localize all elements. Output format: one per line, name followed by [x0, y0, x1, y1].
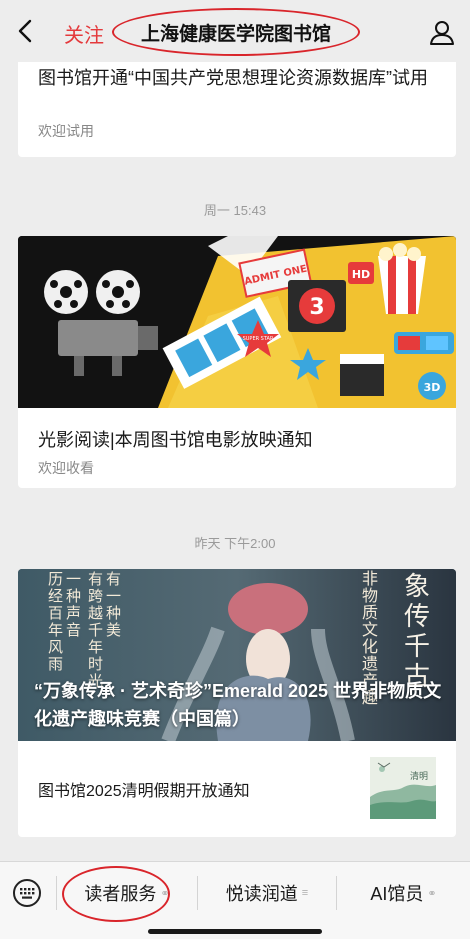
follow-button[interactable]: 关注	[64, 19, 104, 48]
sub-article-row[interactable]: 图书馆2025清明假期开放通知 清明	[18, 741, 456, 837]
article-group-card[interactable]: 有跨越千年时光 有一种美 历经百年风雨 一种声音 非物质文化遗产趣 象传千古 “…	[18, 569, 456, 837]
cover-column-text: 一种声音	[66, 571, 82, 639]
menu-ai-librarian[interactable]: AI馆员 ⚭	[337, 862, 470, 924]
hd-tag: HD	[352, 268, 370, 281]
reader-services-highlight	[62, 866, 170, 922]
cover-image: ADMIT ONE 3 SUPER STAR HD 3D	[18, 236, 456, 408]
article-title: 图书馆开通“中国共产党思想理论资源数据库”试用	[38, 68, 428, 88]
menu-reading[interactable]: 悦读润道 ≡	[198, 862, 336, 924]
account-title-highlight: 上海健康医学院图书馆	[112, 8, 360, 56]
countdown-number: 3	[309, 295, 324, 320]
menu-label: 悦读润道	[225, 884, 298, 904]
article-subtitle: 欢迎收看	[38, 460, 94, 476]
menu-label: AI馆员	[370, 884, 424, 904]
sub-article-thumbnail: 清明	[370, 757, 436, 819]
keyboard-icon[interactable]	[12, 878, 42, 908]
link-icon: ⚭	[427, 887, 437, 900]
thumb-label: 清明	[410, 770, 428, 782]
message-timestamp: 昨天 下午2:00	[194, 536, 276, 551]
article-card[interactable]: ADMIT ONE 3 SUPER STAR HD 3D 光影阅读|本周图书馆电…	[18, 236, 456, 488]
message-timestamp: 周一 15:43	[203, 203, 267, 218]
profile-icon[interactable]	[428, 18, 456, 46]
bottom-menu-bar: 读者服务 ⚭ 悦读润道 ≡ AI馆员 ⚭	[0, 861, 470, 939]
cover-column-text: 有跨越千年时光	[88, 571, 104, 690]
home-indicator	[148, 929, 322, 934]
back-icon[interactable]	[12, 17, 40, 45]
top-bar: 关注 上海健康医学院图书馆	[0, 0, 470, 62]
list-icon: ≡	[301, 887, 309, 899]
star-text: SUPER STAR	[243, 336, 274, 342]
article-subtitle: 欢迎试用	[38, 123, 94, 139]
cover-calligraphy: 象传千古	[404, 571, 431, 691]
article-card[interactable]: 图书馆开通“中国共产党思想理论资源数据库”试用 欢迎试用	[18, 50, 456, 157]
sub-article-title: 图书馆2025清明假期开放通知	[38, 783, 250, 800]
cover-column-text: 有一种美	[106, 571, 122, 639]
cover-title: “万象传承 · 艺术奇珍”Emerald 2025 世界非物质文化遗产趣味竞赛（…	[34, 681, 442, 729]
three-d-tag: 3D	[424, 381, 441, 394]
account-title[interactable]: 上海健康医学院图书馆	[141, 19, 331, 46]
cover-column-text: 历经百年风雨	[48, 571, 64, 673]
article-title: 光影阅读|本周图书馆电影放映通知	[38, 430, 313, 450]
cover-image: 有跨越千年时光 有一种美 历经百年风雨 一种声音 非物质文化遗产趣 象传千古 “…	[18, 569, 456, 741]
